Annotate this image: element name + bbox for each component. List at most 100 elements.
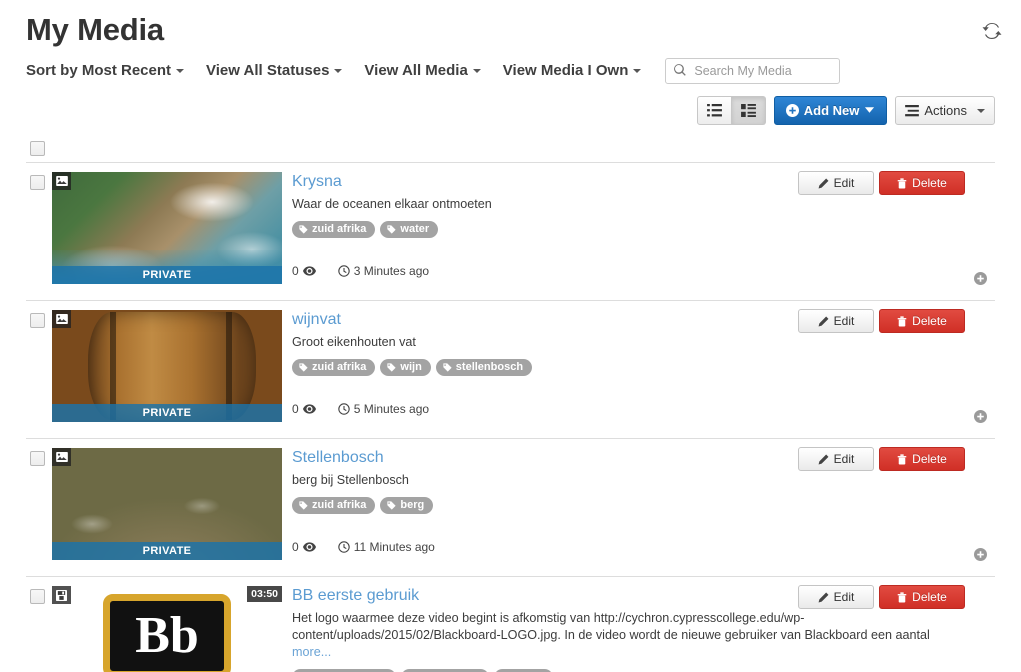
row-select-cell xyxy=(26,162,52,301)
delete-label: Delete xyxy=(912,176,947,190)
ownership-filter-label: View Media I Own xyxy=(502,62,629,79)
tag-icon xyxy=(299,224,308,234)
tag-icon xyxy=(443,362,452,372)
trash-icon xyxy=(897,315,907,327)
tag-pill[interactable]: zuid afrika xyxy=(292,497,376,514)
delete-button[interactable]: Delete xyxy=(879,309,965,333)
select-all-row xyxy=(26,134,995,163)
entry-description-text: berg bij Stellenbosch xyxy=(292,473,409,487)
expand-cell xyxy=(965,300,995,439)
refresh-icon[interactable] xyxy=(981,20,1003,42)
select-all-checkbox[interactable] xyxy=(30,141,45,156)
search-input[interactable] xyxy=(665,58,841,84)
status-filter-label: View All Statuses xyxy=(206,62,330,79)
tag-pill[interactable]: stellenbosch xyxy=(435,359,533,376)
search-box xyxy=(665,58,841,84)
entry-title-link[interactable]: BB eerste gebruik xyxy=(292,586,419,605)
tag-label: zuid afrika xyxy=(312,499,367,511)
more-link[interactable]: more... xyxy=(292,645,331,659)
edit-button[interactable]: Edit xyxy=(798,585,874,609)
media-thumbnail[interactable]: PRIVATE xyxy=(52,310,282,422)
entry-title-link[interactable]: wijnvat xyxy=(292,310,341,329)
expand-cell xyxy=(965,162,995,301)
play-count: 0 xyxy=(292,402,316,416)
sort-by-dropdown[interactable]: Sort by Most Recent xyxy=(26,61,185,81)
expand-cell xyxy=(965,438,995,577)
tag-pill[interactable]: zuid afrika xyxy=(292,359,376,376)
pencil-icon xyxy=(818,454,829,465)
row-checkbox[interactable] xyxy=(30,589,45,604)
delete-button[interactable]: Delete xyxy=(879,171,965,195)
view-detail-button[interactable] xyxy=(731,96,766,125)
edit-button[interactable]: Edit xyxy=(798,447,874,471)
status-filter-dropdown[interactable]: View All Statuses xyxy=(206,61,343,81)
tag-pill[interactable]: water xyxy=(380,221,439,238)
entry-info-cell: Edit Delete Stellenbosch berg bij Stelle… xyxy=(292,438,965,577)
entry-title-link[interactable]: Krysna xyxy=(292,172,342,191)
edit-label: Edit xyxy=(833,452,855,466)
time-ago-value: 11 Minutes ago xyxy=(353,540,435,554)
plus-circle-icon xyxy=(785,104,799,117)
row-select-cell xyxy=(26,438,52,577)
tag-list: zuid afrika water xyxy=(292,221,965,238)
ownership-filter-dropdown[interactable]: View Media I Own xyxy=(503,61,642,81)
row-actions: Edit Delete xyxy=(798,585,965,609)
tag-list: zuid afrika berg xyxy=(292,497,965,514)
list-lines-icon xyxy=(905,104,920,117)
media-thumbnail[interactable]: PRIVATE xyxy=(52,448,282,560)
time-ago: 5 Minutes ago xyxy=(337,402,430,416)
video-media-icon xyxy=(52,586,71,604)
tag-label: stellenbosch xyxy=(455,361,524,373)
tag-label: zuid afrika xyxy=(312,223,367,235)
eye-icon xyxy=(302,542,316,552)
clock-icon xyxy=(337,265,350,277)
entry-description-text: Groot eikenhouten vat xyxy=(292,335,416,349)
add-to-playlist-icon[interactable] xyxy=(973,272,987,285)
actions-button[interactable]: Actions xyxy=(895,96,995,125)
select-all-spacer xyxy=(52,134,995,163)
trash-icon xyxy=(897,453,907,465)
chevron-down-icon xyxy=(176,69,185,74)
play-count: 0 xyxy=(292,540,316,554)
play-count-value: 0 xyxy=(292,540,299,554)
tag-pill[interactable]: zuid afrika xyxy=(292,221,376,238)
add-to-playlist-icon[interactable] xyxy=(973,410,987,423)
delete-label: Delete xyxy=(912,314,947,328)
pencil-icon xyxy=(818,592,829,603)
trash-icon xyxy=(897,591,907,603)
play-count-value: 0 xyxy=(292,402,299,416)
entry-title-link[interactable]: Stellenbosch xyxy=(292,448,384,467)
time-ago-value: 5 Minutes ago xyxy=(353,402,430,416)
tag-pill[interactable]: wijn xyxy=(380,359,431,376)
row-checkbox[interactable] xyxy=(30,313,45,328)
row-checkbox[interactable] xyxy=(30,451,45,466)
trash-icon xyxy=(897,177,907,189)
media-thumbnail[interactable]: Bb Blackboard 03:50 xyxy=(52,586,282,672)
play-count-value: 0 xyxy=(292,264,299,278)
actions-label: Actions xyxy=(924,103,967,118)
row-checkbox[interactable] xyxy=(30,175,45,190)
edit-button[interactable]: Edit xyxy=(798,309,874,333)
table-row: PRIVATE Edit Delete Krysna Waar de ocean… xyxy=(26,162,995,301)
tag-label: wijn xyxy=(400,361,422,373)
edit-label: Edit xyxy=(833,314,855,328)
edit-label: Edit xyxy=(833,590,855,604)
view-list-button[interactable] xyxy=(696,96,732,125)
tag-label: zuid afrika xyxy=(312,361,367,373)
tag-pill[interactable]: berg xyxy=(380,497,434,514)
add-new-button[interactable]: Add New xyxy=(773,96,888,125)
media-thumbnail[interactable]: PRIVATE xyxy=(52,172,282,284)
toolbar: Add New Actions xyxy=(0,84,1021,125)
entry-description: berg bij Stellenbosch xyxy=(292,472,965,489)
chevron-down-icon xyxy=(633,69,642,74)
media-filter-dropdown[interactable]: View All Media xyxy=(364,61,481,81)
edit-button[interactable]: Edit xyxy=(798,171,874,195)
delete-button[interactable]: Delete xyxy=(879,585,965,609)
tag-list: zuid afrika wijn stellenbosch xyxy=(292,359,965,376)
time-ago: 11 Minutes ago xyxy=(337,540,435,554)
privacy-badge: PRIVATE xyxy=(52,542,282,560)
add-to-playlist-icon[interactable] xyxy=(973,548,987,561)
entry-description: Het logo waarmee deze video begint is af… xyxy=(292,610,965,661)
tag-icon xyxy=(299,362,308,372)
delete-button[interactable]: Delete xyxy=(879,447,965,471)
